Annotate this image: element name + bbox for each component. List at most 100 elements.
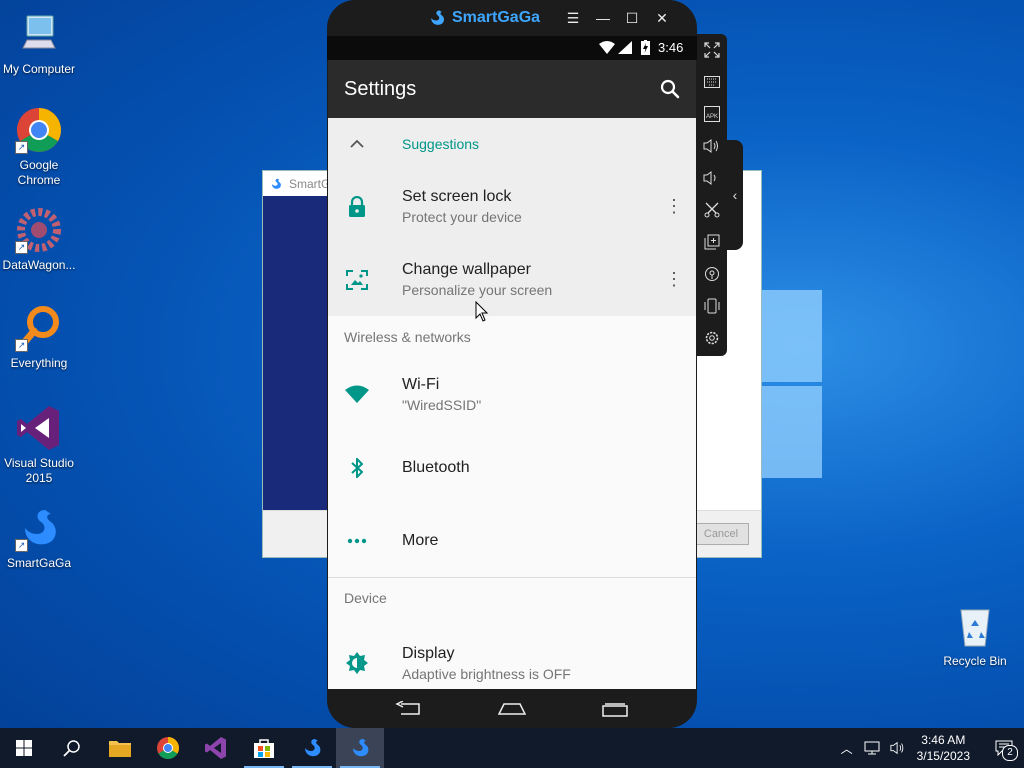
store-icon [254, 739, 274, 758]
maximize-icon[interactable]: ☐ [624, 10, 640, 26]
shortcut-arrow-icon: ↗ [15, 339, 28, 352]
keyboard-icon[interactable] [697, 66, 727, 98]
shake-vibrate-icon[interactable] [697, 290, 727, 322]
visual-studio-icon [15, 404, 63, 452]
desktop-icon-label: Visual Studio 2015 [4, 456, 74, 485]
settings-item-bluetooth[interactable]: Bluetooth [328, 430, 696, 505]
suggestion-subtitle: Personalize your screen [402, 282, 553, 298]
emulator-titlebar[interactable]: SmartGaGa ☰ — ☐ ✕ [327, 0, 697, 36]
taskbar-visual-studio[interactable] [192, 728, 240, 768]
battery-charging-icon [641, 40, 650, 55]
apk-install-icon[interactable]: APK [697, 98, 727, 130]
suggestions-panel: Suggestions Set screen lock Protect your… [328, 118, 696, 316]
search-icon[interactable] [660, 79, 680, 99]
collapse-sidebar-icon[interactable]: ‹ [727, 140, 743, 250]
start-button[interactable] [0, 728, 48, 768]
windows-taskbar: ︿ 3:46 AM 3/15/2023 2 [0, 728, 1024, 768]
desktop-icon-label: Google Chrome [17, 158, 61, 187]
home-icon[interactable] [498, 703, 526, 715]
suggestions-header[interactable]: Suggestions [328, 118, 696, 170]
volume-down-icon[interactable] [697, 162, 727, 194]
wallpaper-icon [346, 269, 368, 290]
chevron-up-icon[interactable]: ︿ [841, 740, 853, 757]
desktop-icon-datawagon[interactable]: ↗ DataWagon... [0, 206, 78, 273]
desktop-icon-everything[interactable]: ↗ Everything [0, 304, 78, 371]
system-tray: ︿ 3:46 AM 3/15/2023 2 [835, 728, 1024, 768]
dialog-title: SmartG [289, 176, 331, 191]
suggestion-title: Set screen lock [402, 188, 512, 205]
more-options-icon[interactable]: ⋮ [652, 269, 696, 290]
cell-signal-icon [618, 41, 632, 54]
shortcut-arrow-icon: ↗ [15, 141, 28, 154]
taskbar-store[interactable] [240, 728, 288, 768]
settings-title: Settings [344, 77, 417, 100]
lock-icon [349, 195, 365, 217]
close-icon[interactable]: ✕ [654, 10, 670, 26]
taskbar-smartgaga-active[interactable] [336, 728, 384, 768]
emulator-brand: SmartGaGa [427, 8, 540, 28]
volume-icon[interactable] [890, 741, 906, 755]
android-nav-bar [327, 689, 697, 728]
settings-item-more[interactable]: More [328, 505, 696, 578]
emulator-brand-name: SmartGaGa [452, 9, 541, 26]
smartgaga-swan-icon [305, 739, 321, 757]
settings-gear-icon[interactable] [697, 322, 727, 354]
settings-item-title: Display [402, 644, 455, 662]
notification-count-badge: 2 [1002, 745, 1018, 761]
folder-icon [109, 741, 131, 757]
action-center-button[interactable]: 2 [984, 728, 1024, 768]
recents-icon[interactable] [602, 703, 628, 717]
location-icon[interactable] [697, 258, 727, 290]
suggestion-wallpaper[interactable]: Change wallpaper Personalize your screen… [328, 243, 696, 316]
smartgaga-swan-icon: ↗ [15, 504, 63, 552]
search-button[interactable] [48, 728, 96, 768]
more-options-icon[interactable]: ⋮ [652, 196, 696, 217]
windows-wallpaper-logo [758, 290, 822, 480]
back-icon[interactable] [395, 701, 421, 717]
everything-search-icon: ↗ [15, 304, 63, 352]
volume-up-icon[interactable] [697, 130, 727, 162]
settings-item-title: Bluetooth [402, 458, 470, 476]
screenshot-scissors-icon[interactable] [697, 194, 727, 226]
suggestion-screen-lock[interactable]: Set screen lock Protect your device ⋮ [328, 170, 696, 243]
menu-icon[interactable]: ☰ [565, 10, 581, 26]
taskbar-smartgaga[interactable] [288, 728, 336, 768]
cancel-button[interactable]: Cancel [693, 523, 749, 545]
settings-toolbar: Settings [328, 60, 696, 118]
emulator-window: SmartGaGa ☰ — ☐ ✕ 3:46 Settings Suggesti… [327, 0, 697, 728]
chrome-icon: ↗ [15, 106, 63, 154]
computer-icon [15, 10, 63, 58]
fullscreen-icon[interactable] [697, 34, 727, 66]
desktop-icon-label: Recycle Bin [943, 654, 1007, 668]
taskbar-chrome[interactable] [144, 728, 192, 768]
smartgaga-swan-icon [271, 178, 281, 189]
datawagon-icon: ↗ [15, 206, 63, 254]
android-screen: Settings Suggestions Set screen lock Pro… [328, 60, 696, 689]
shortcut-arrow-icon: ↗ [15, 539, 28, 552]
smartgaga-swan-icon [431, 10, 444, 25]
suggestion-subtitle: Protect your device [402, 209, 522, 225]
emulator-side-toolbar: APK [697, 34, 727, 356]
settings-item-display[interactable]: Display Adaptive brightness is OFF [328, 618, 696, 689]
chrome-icon [157, 737, 179, 759]
recycle-bin-icon [951, 602, 999, 650]
network-icon[interactable] [864, 741, 880, 755]
desktop-icon-recycle-bin[interactable]: Recycle Bin [936, 602, 1014, 669]
suggestion-title: Change wallpaper [402, 261, 531, 278]
desktop-icon-label: My Computer [2, 62, 76, 76]
settings-item-subtitle: Adaptive brightness is OFF [402, 665, 571, 682]
desktop-icon-smartgaga[interactable]: ↗ SmartGaGa [0, 504, 78, 571]
section-header-device: Device [344, 590, 387, 606]
visual-studio-icon [205, 737, 226, 759]
settings-item-wifi[interactable]: Wi-Fi "WiredSSID" [328, 358, 696, 430]
desktop-icon-my-computer[interactable]: My Computer [0, 10, 78, 77]
minimize-icon[interactable]: — [595, 10, 611, 26]
smartgaga-swan-icon [353, 739, 369, 757]
settings-item-title: More [402, 532, 439, 549]
desktop-icon-chrome[interactable]: ↗ Google Chrome [0, 106, 78, 188]
taskbar-file-explorer[interactable] [96, 728, 144, 768]
more-horiz-icon [347, 538, 367, 544]
multi-instance-icon[interactable] [697, 226, 727, 258]
taskbar-clock[interactable]: 3:46 AM 3/15/2023 [917, 732, 970, 764]
desktop-icon-visual-studio[interactable]: Visual Studio 2015 [0, 404, 78, 486]
